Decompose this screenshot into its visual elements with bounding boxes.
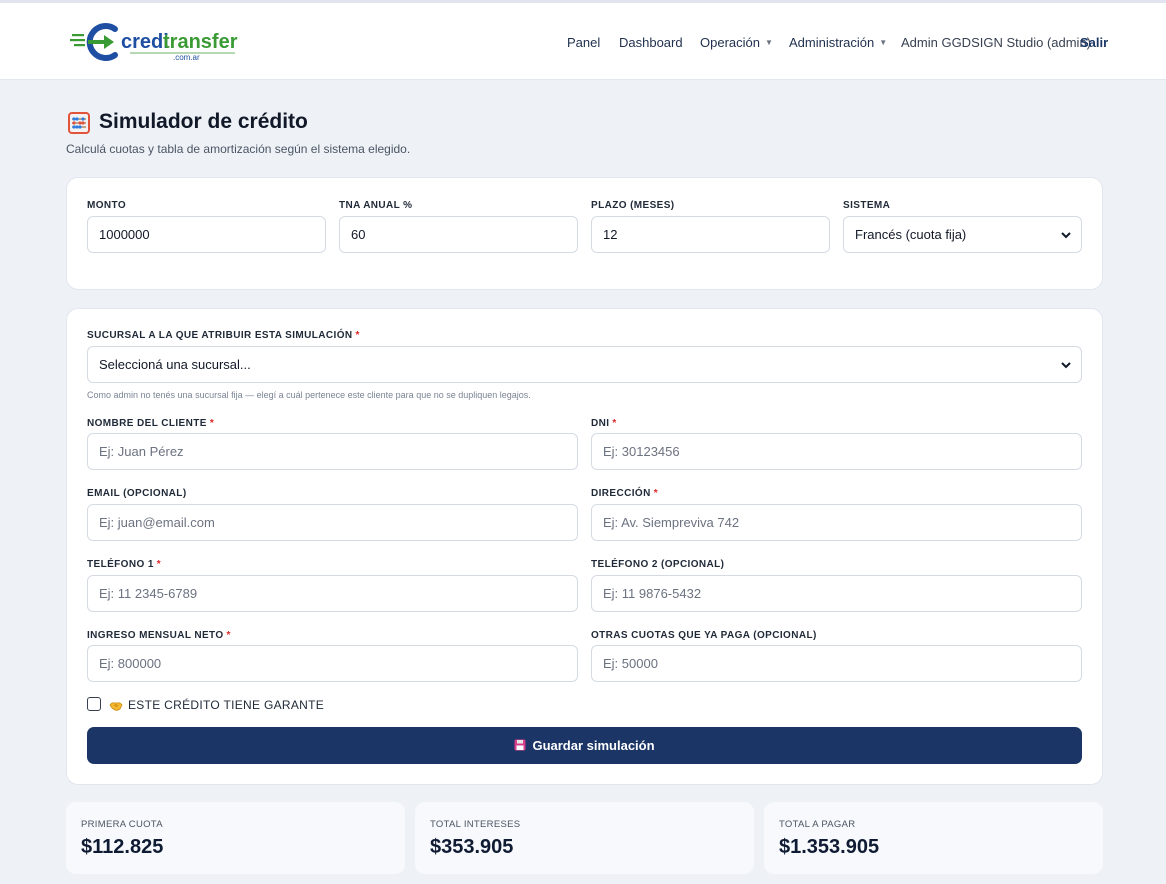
- ingreso-input[interactable]: [87, 645, 578, 682]
- sucursal-selected-value: Seleccioná una sucursal...: [99, 357, 251, 372]
- chevron-down-icon: [1061, 362, 1071, 369]
- nav-operacion[interactable]: Operación ▼: [700, 35, 773, 50]
- nombre-label: Nombre del cliente *: [87, 418, 215, 429]
- tna-label: TNA anual %: [339, 200, 413, 211]
- page-title: Simulador de crédito: [99, 110, 308, 133]
- plazo-label: Plazo (meses): [591, 200, 675, 211]
- email-label: Email (opcional): [87, 488, 187, 499]
- nombre-input[interactable]: [87, 433, 578, 470]
- stat-value: $1.353.905: [779, 836, 880, 858]
- page-subtitle: Calculá cuotas y tabla de amortización s…: [66, 142, 411, 156]
- dni-label: DNI *: [591, 418, 617, 429]
- handshake-icon: [109, 702, 123, 711]
- summary-primera-cuota: Primera cuota $112.825: [66, 802, 405, 874]
- monto-label: Monto: [87, 200, 127, 211]
- current-user: Admin GGDSIGN Studio (admin): [901, 35, 1092, 50]
- caret-down-icon: ▼: [879, 38, 888, 47]
- otras-cuotas-label: Otras cuotas que ya paga (opcional): [591, 630, 817, 641]
- sucursal-select[interactable]: Seleccioná una sucursal...: [87, 346, 1082, 383]
- stat-value: $353.905: [430, 836, 514, 858]
- dni-input[interactable]: [591, 433, 1082, 470]
- direccion-label: Dirección *: [591, 488, 659, 499]
- navbar: credi transfer .com.ar Panel Dashboard O…: [0, 3, 1166, 80]
- ingreso-label: Ingreso mensual neto *: [87, 630, 231, 641]
- garante-checkbox[interactable]: [87, 697, 101, 711]
- floppy-disk-icon: [514, 739, 526, 751]
- garante-label: Este crédito tiene garante: [128, 698, 325, 712]
- sucursal-help-text: Como admin no tenés una sucursal fija — …: [87, 390, 531, 400]
- nav-administracion[interactable]: Administración ▼: [789, 35, 887, 50]
- summary-total-intereses: Total intereses $353.905: [415, 802, 754, 874]
- direccion-input[interactable]: [591, 504, 1082, 541]
- telefono2-input[interactable]: [591, 575, 1082, 612]
- save-simulation-button[interactable]: Guardar simulación: [87, 727, 1082, 764]
- sistema-select[interactable]: Francés (cuota fija): [843, 216, 1082, 253]
- stat-value: $112.825: [81, 836, 164, 858]
- logo-text-1: credi: [121, 31, 169, 53]
- chevron-down-icon: [1061, 232, 1071, 239]
- telefono2-label: Teléfono 2 (opcional): [591, 559, 725, 570]
- otras-cuotas-input[interactable]: [591, 645, 1082, 682]
- stat-label: Total a pagar: [779, 819, 856, 830]
- logout-link[interactable]: Salir: [1080, 35, 1108, 50]
- monto-input[interactable]: [87, 216, 326, 253]
- nav-dashboard[interactable]: Dashboard: [619, 35, 683, 50]
- save-button-label: Guardar simulación: [532, 738, 655, 753]
- logo-domain: .com.ar: [173, 53, 200, 62]
- logo-text-2: transfer: [163, 31, 238, 53]
- brand-logo[interactable]: credi transfer .com.ar: [70, 17, 245, 67]
- sistema-selected-value: Francés (cuota fija): [855, 227, 967, 242]
- sistema-label: Sistema: [843, 200, 891, 211]
- stat-label: Primera cuota: [81, 819, 163, 830]
- creditransfer-logo-icon: credi transfer .com.ar: [70, 23, 238, 62]
- plazo-input[interactable]: [591, 216, 830, 253]
- sucursal-label: Sucursal a la que atribuir esta simulaci…: [87, 330, 360, 341]
- abacus-icon: [68, 112, 90, 134]
- telefono1-label: Teléfono 1 *: [87, 559, 162, 570]
- summary-total-a-pagar: Total a pagar $1.353.905: [764, 802, 1103, 874]
- email-input[interactable]: [87, 504, 578, 541]
- telefono1-input[interactable]: [87, 575, 578, 612]
- stat-label: Total intereses: [430, 819, 521, 830]
- nav-panel[interactable]: Panel: [567, 35, 600, 50]
- tna-input[interactable]: [339, 216, 578, 253]
- caret-down-icon: ▼: [764, 38, 773, 47]
